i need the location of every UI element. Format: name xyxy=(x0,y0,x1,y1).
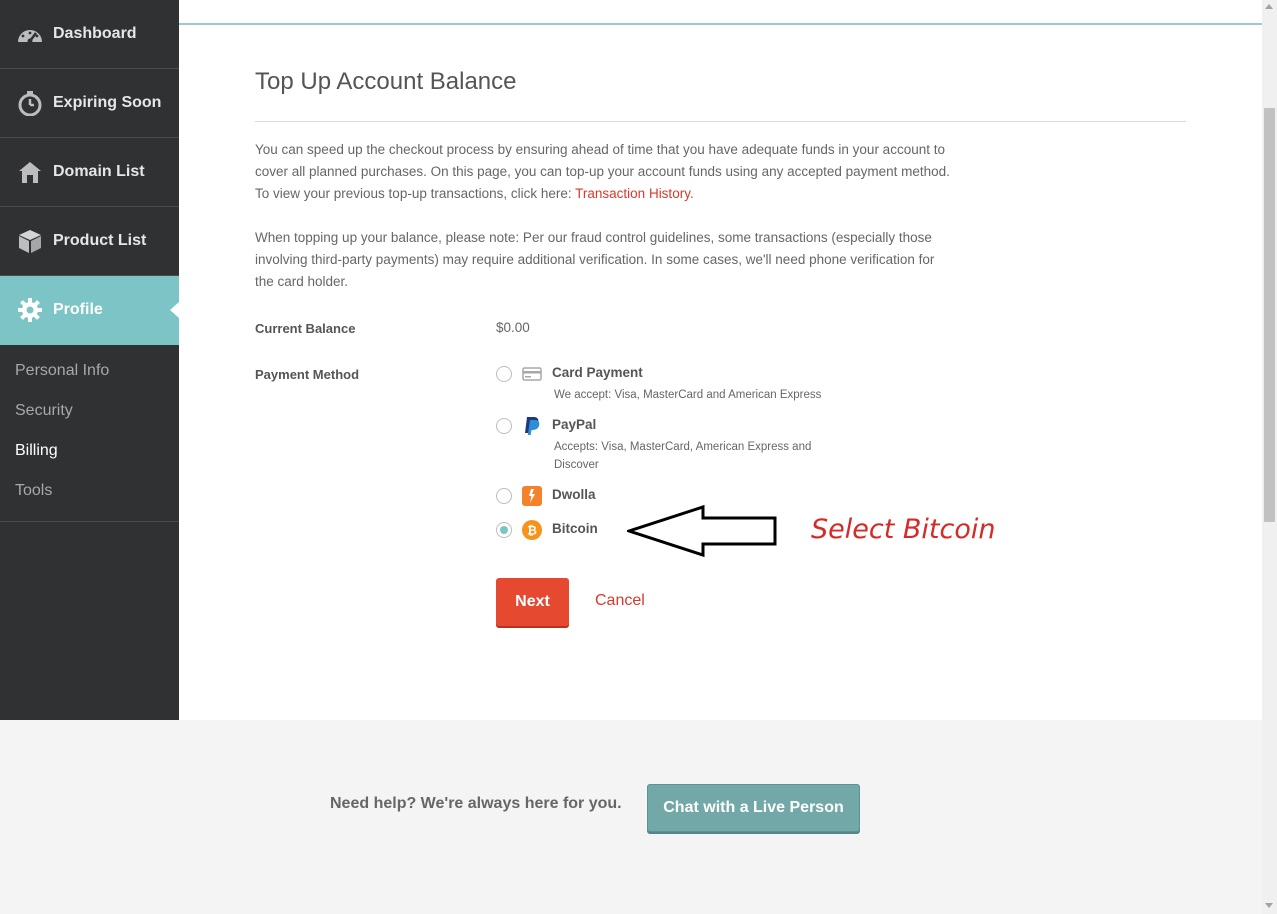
paypal-radio[interactable] xyxy=(496,418,512,434)
paypal-icon xyxy=(522,416,542,436)
intro-text-end: . xyxy=(689,186,694,201)
scrollbar-thumb[interactable] xyxy=(1264,108,1275,522)
speedometer-icon xyxy=(16,20,44,48)
sidebar-item-dashboard[interactable]: Dashboard xyxy=(0,0,179,69)
card-payment-name: Card Payment xyxy=(552,365,643,380)
chat-live-person-button[interactable]: Chat with a Live Person xyxy=(647,784,860,832)
bitcoin-radio[interactable] xyxy=(496,522,512,538)
dwolla-radio[interactable] xyxy=(496,488,512,504)
sidebar-item-product-list[interactable]: Product List xyxy=(0,207,179,276)
page-title: Top Up Account Balance xyxy=(255,68,517,95)
paypal-name: PayPal xyxy=(552,417,597,432)
card-payment-description: We accept: Visa, MasterCard and American… xyxy=(554,389,822,401)
fraud-notice-paragraph: When topping up your balance, please not… xyxy=(255,230,935,289)
sidebar-item-label: Expiring Soon xyxy=(53,94,162,111)
help-text: Need help? We're always here for you. xyxy=(330,795,622,812)
top-divider xyxy=(179,23,1262,25)
title-divider xyxy=(255,121,1186,122)
cancel-link[interactable]: Cancel xyxy=(595,592,645,610)
subnav-item-security[interactable]: Security xyxy=(0,391,179,431)
house-icon xyxy=(16,158,44,186)
bitcoin-icon: ₿ xyxy=(522,520,542,540)
svg-text:₿: ₿ xyxy=(527,524,537,538)
subnav-item-billing[interactable]: Billing xyxy=(0,431,179,471)
next-button[interactable]: Next xyxy=(496,578,569,626)
sidebar-item-profile[interactable]: Profile xyxy=(0,276,179,345)
sidebar: Dashboard Expiring Soon Domain List Prod… xyxy=(0,0,179,720)
bitcoin-name: Bitcoin xyxy=(552,521,598,536)
dwolla-icon xyxy=(522,486,542,506)
scroll-up-icon[interactable] xyxy=(1265,4,1273,9)
sidebar-item-label: Product List xyxy=(53,232,147,249)
sidebar-item-label: Domain List xyxy=(53,163,145,180)
sidebar-item-label: Profile xyxy=(53,301,103,318)
subnav-item-personal-info[interactable]: Personal Info xyxy=(0,351,179,391)
sidebar-item-domain-list[interactable]: Domain List xyxy=(0,138,179,207)
vertical-scrollbar[interactable] xyxy=(1262,0,1277,914)
card-payment-radio[interactable] xyxy=(496,366,512,382)
scroll-down-icon[interactable] xyxy=(1265,903,1273,908)
gear-icon xyxy=(16,296,44,324)
stopwatch-icon xyxy=(16,89,44,117)
credit-card-icon xyxy=(522,364,542,384)
box-icon xyxy=(16,227,44,255)
current-balance-value: $0.00 xyxy=(496,320,530,335)
sidebar-item-label: Dashboard xyxy=(53,25,137,42)
annotation-text: Select Bitcoin xyxy=(811,514,996,545)
subnav-item-tools[interactable]: Tools xyxy=(0,471,179,511)
payment-method-label: Payment Method xyxy=(255,367,360,382)
sidebar-item-expiring-soon[interactable]: Expiring Soon xyxy=(0,69,179,138)
dwolla-name: Dwolla xyxy=(552,487,596,502)
annotation-arrow-icon xyxy=(627,504,777,558)
paypal-description: Accepts: Visa, MasterCard, American Expr… xyxy=(554,441,812,471)
profile-subnav: Personal Info Security Billing Tools xyxy=(0,345,179,522)
current-balance-label: Current Balance xyxy=(255,321,356,336)
main-panel: Top Up Account Balance You can speed up … xyxy=(179,0,1262,720)
transaction-history-link[interactable]: Transaction History xyxy=(575,186,690,201)
intro-paragraph: You can speed up the checkout process by… xyxy=(255,139,955,205)
